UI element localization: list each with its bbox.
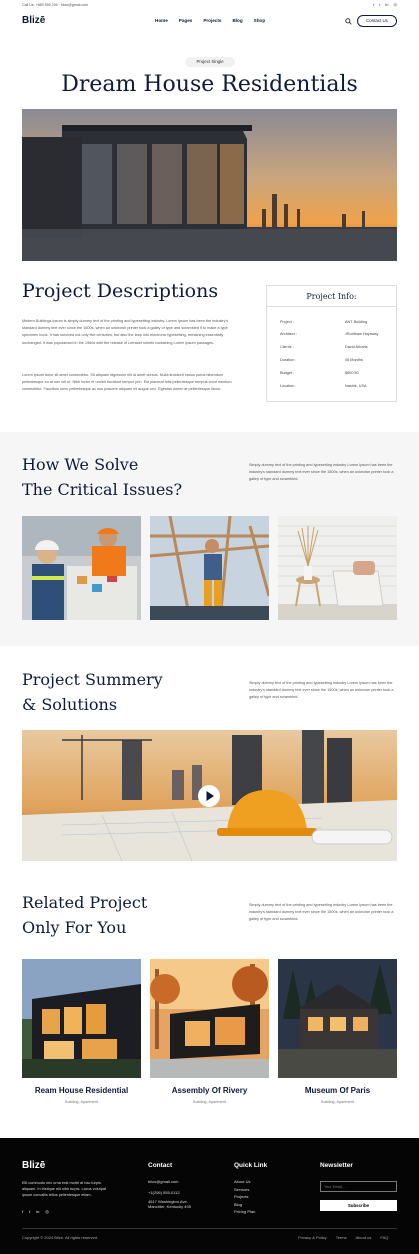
page-title: Dream House Residentials — [61, 72, 358, 97]
related-card-image-1[interactable] — [22, 959, 141, 1078]
footer-newsletter-title: Newsletter — [320, 1162, 353, 1169]
footer-quick-title: Quick Link — [234, 1162, 268, 1169]
summary-text: Simply dummy text of the printing and ty… — [249, 681, 394, 700]
related-text: Simply dummy text of the printing and ty… — [249, 903, 394, 922]
related-card-image-2[interactable] — [150, 959, 269, 1078]
footer-about: Elit commodo nec urna erat morbi at hac … — [22, 1181, 106, 1197]
copyright: Copyright © 2024 Blize. All rights reser… — [22, 1235, 99, 1240]
nav-menu: Home Pages Projects Blog Shop — [155, 18, 265, 23]
description-paragraph-2: Lorem ipsum dolor sit amet consectetur. … — [22, 373, 232, 392]
about-link[interactable]: About us — [356, 1234, 372, 1242]
footer-contact-title: Contact — [148, 1162, 173, 1169]
footer-link[interactable]: Projects — [234, 1193, 255, 1201]
info-row: Clients : David Arbaris — [280, 345, 368, 349]
related-card-subtitle-2: Building, Apartment — [193, 1100, 226, 1104]
nav-item-projects[interactable]: Projects — [203, 18, 221, 23]
logo[interactable]: Blizē — [22, 15, 45, 26]
related-card-title-3[interactable]: Museum Of Paris — [278, 1086, 397, 1095]
nav-item-home[interactable]: Home — [155, 18, 168, 23]
solve-text: Simply dummy text of the printing and ty… — [249, 463, 394, 482]
related-card-title-1[interactable]: Ream House Residential — [22, 1086, 141, 1095]
contact-info: Call Us: +889 555 235 · blizo@gmail.com — [22, 3, 89, 7]
description-paragraph-1: Modern Buildings Ipsum is simply dummy t… — [22, 319, 229, 345]
footer-logo[interactable]: Blizē — [22, 1160, 45, 1171]
footer-link[interactable]: Pricing Plan — [234, 1208, 255, 1216]
nav-item-shop[interactable]: Shop — [254, 18, 265, 23]
info-row: Architect : JRonthaw Haysway — [280, 332, 379, 336]
hero-image — [22, 109, 397, 261]
info-row: Project : ANT Building — [280, 320, 368, 324]
top-bar: Call Us: +889 555 235 · blizo@gmail.com … — [0, 0, 419, 10]
terms-link[interactable]: Terms — [336, 1234, 347, 1242]
related-card-image-3[interactable] — [278, 959, 397, 1078]
summary-title: Project Summery & Solutions — [22, 670, 163, 714]
facebook-icon[interactable]: f — [22, 1209, 23, 1214]
footer-link[interactable]: Blog — [234, 1201, 255, 1209]
faq-link[interactable]: FAQ — [380, 1234, 388, 1242]
linkedin-icon[interactable]: in — [36, 1209, 39, 1214]
summary-video[interactable] — [22, 730, 397, 861]
related-title: Related Project Only For You — [22, 893, 148, 937]
footer-contact-list: blizo@gmail.com +1(206) 555-0112 4517 Wa… — [148, 1179, 191, 1210]
info-row: Location : Nashik, USA — [280, 384, 367, 388]
solve-image-roofer — [150, 516, 269, 620]
footer-socials: f t in ◎ — [22, 1209, 49, 1214]
privacy-link[interactable]: Privacy & Policy — [298, 1234, 327, 1242]
footer-link[interactable]: About Us — [234, 1178, 255, 1186]
descriptions-title: Project Descriptions — [22, 280, 219, 302]
project-info-box: Project Info: Project : ANT Building Arch… — [266, 285, 397, 402]
solve-image-interior — [278, 516, 397, 620]
facebook-icon[interactable]: f — [373, 2, 374, 7]
footer: Blizē Elit commodo nec urna erat morbi a… — [0, 1138, 419, 1254]
footer-bottom-links: Privacy & Policy Terms About us FAQ — [298, 1234, 388, 1242]
related-card-title-2[interactable]: Assembly Of Rivery — [150, 1086, 269, 1095]
info-row: Budget : $600.50 — [280, 371, 359, 375]
main-nav: Blizē Home Pages Projects Blog Shop Cont… — [0, 10, 419, 32]
footer-quick-links: About Us Services Projects Blog Pricing … — [234, 1178, 255, 1216]
social-links: f t in ◎ — [373, 2, 397, 7]
twitter-icon[interactable]: t — [29, 1209, 30, 1214]
instagram-icon[interactable]: ◎ — [45, 1209, 49, 1214]
solve-image-engineers — [22, 516, 141, 620]
nav-item-pages[interactable]: Pages — [179, 18, 193, 23]
related-card-subtitle-1: Building, Apartment — [65, 1100, 98, 1104]
footer-divider — [22, 1228, 397, 1229]
play-icon[interactable] — [198, 785, 220, 807]
nav-item-blog[interactable]: Blog — [232, 18, 242, 23]
page-badge: Project Single — [185, 57, 235, 67]
solve-title: How We Solve The Critical Issues? — [22, 455, 183, 499]
related-card-subtitle-3: Building, Apartment — [321, 1100, 354, 1104]
search-icon[interactable] — [345, 18, 352, 25]
contact-us-button[interactable]: Contact Us — [357, 15, 397, 27]
project-info-title: Project Info: — [306, 292, 357, 301]
twitter-icon[interactable]: t — [379, 2, 380, 7]
info-row: Duration :06 Months — [280, 358, 363, 362]
linkedin-icon[interactable]: in — [385, 2, 388, 7]
footer-link[interactable]: Services — [234, 1186, 255, 1194]
instagram-icon[interactable]: ◎ — [394, 2, 398, 7]
newsletter-email-input[interactable] — [320, 1181, 397, 1192]
subscribe-button[interactable]: Subscribe — [320, 1200, 397, 1211]
